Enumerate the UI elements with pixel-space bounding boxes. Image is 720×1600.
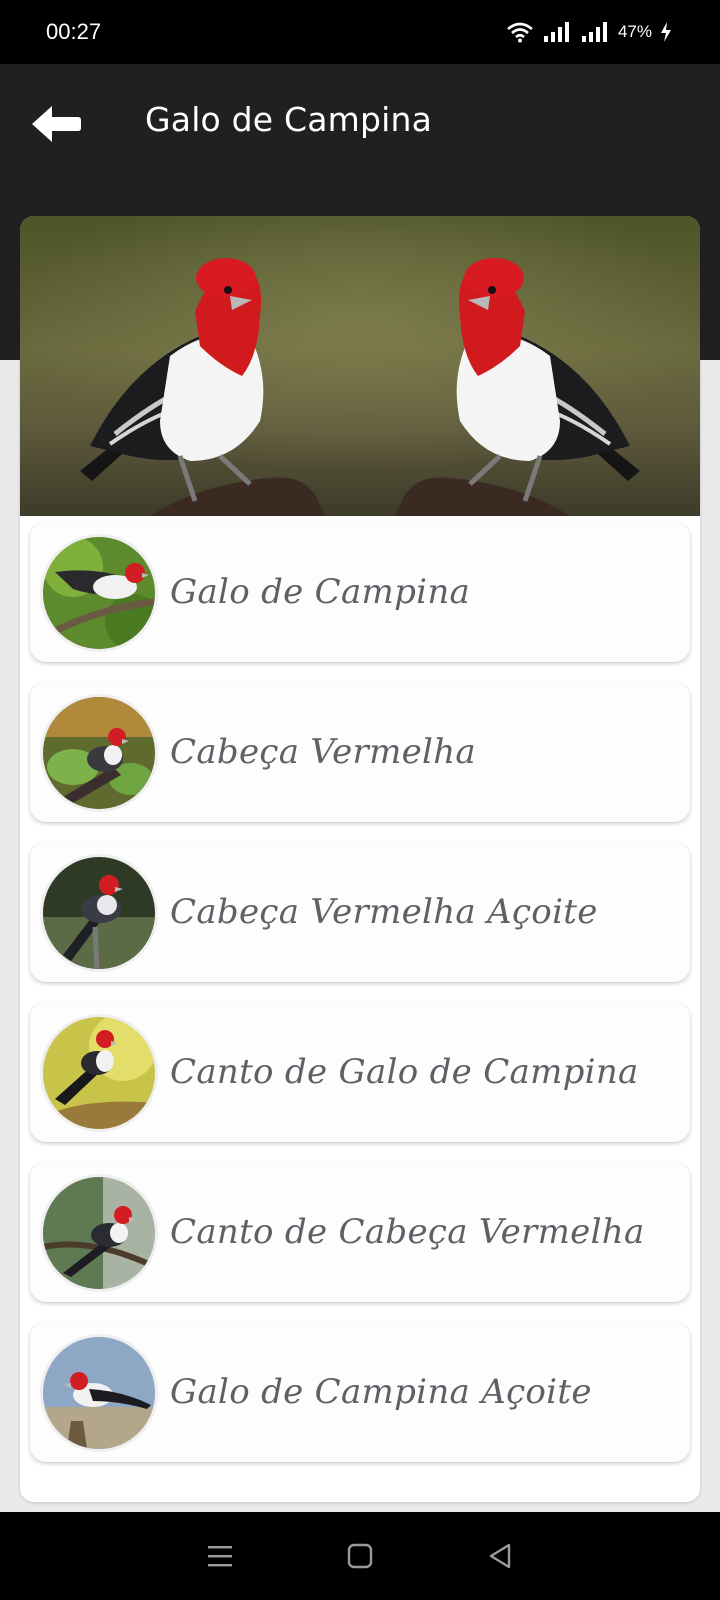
list-item-label: Cabeça Vermelha Açoite [170,892,598,932]
status-icons: 47% [506,21,672,43]
recent-apps-button[interactable] [190,1526,250,1586]
list-item[interactable]: Galo de Campina [30,522,690,662]
back-button[interactable] [26,98,86,150]
system-back-button[interactable] [470,1526,530,1586]
arrow-left-icon [32,106,81,142]
list-item-label: Cabeça Vermelha [170,732,477,772]
signal-icon [543,22,569,42]
bird-thumbnail [40,1334,158,1452]
list-item-label: Canto de Cabeça Vermelha [170,1212,645,1252]
status-bar: 00:27 47% [0,0,720,64]
list-item[interactable]: Galo de Campina Açoite [30,1322,690,1462]
battery-level: 47% [617,22,652,41]
bird-thumbnail [40,534,158,652]
red-cowled-cardinal-pair-image [20,216,700,516]
bird-thumbnail [40,1014,158,1132]
list-item[interactable]: Canto de Cabeça Vermelha [30,1162,690,1302]
list-item-label: Canto de Galo de Campina [170,1052,639,1092]
list-item-label: Galo de Campina [170,572,471,612]
list-item[interactable]: Cabeça Vermelha Açoite [30,842,690,982]
wifi-icon [507,22,533,43]
page-title: Galo de Campina [145,100,433,139]
status-time: 00:27 [46,19,102,44]
bird-thumbnail [40,854,158,972]
system-nav-bar [0,1512,720,1600]
list-item-label: Galo de Campina Açoite [170,1372,592,1412]
content-card: Galo de Campina Cabeça Vermelha Cabeça V… [20,216,700,1502]
home-button[interactable] [330,1526,390,1586]
bird-thumbnail [40,694,158,812]
list-item[interactable]: Canto de Galo de Campina [30,1002,690,1142]
bird-thumbnail [40,1174,158,1292]
list-item[interactable]: Cabeça Vermelha [30,682,690,822]
home-icon [347,1543,373,1569]
hero-image [20,216,700,516]
signal-icon [581,22,607,42]
charging-icon [661,22,671,42]
back-triangle-icon [489,1543,511,1569]
menu-icon [208,1546,232,1567]
